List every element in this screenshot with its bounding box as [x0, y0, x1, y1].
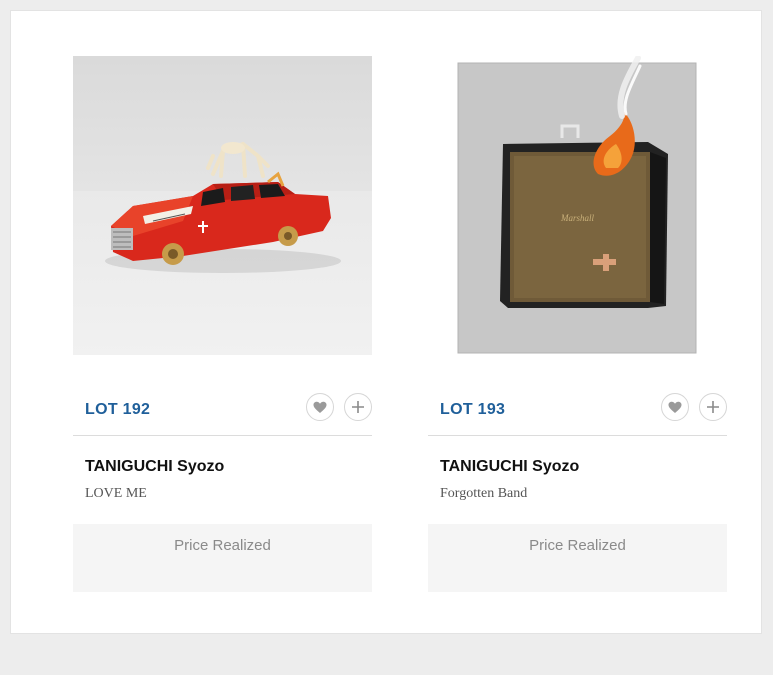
lot-info-193: TANIGUCHI Syozo Forgotten Band	[428, 436, 727, 524]
artwork-title: LOVE ME	[85, 486, 147, 501]
artist-name[interactable]: TANIGUCHI Syozo	[440, 458, 579, 476]
price-label: Price Realized	[174, 537, 271, 554]
add-button[interactable]	[344, 393, 372, 421]
lot-image-192[interactable]	[73, 56, 372, 355]
car-sculpture-image	[73, 56, 372, 355]
lots-panel: LOT 192 TANIGUCHI Syozo LOVE ME Price Re…	[11, 11, 761, 633]
amplifier-painting-image: Marshall	[457, 56, 697, 354]
plus-icon	[352, 401, 364, 413]
heart-icon	[313, 401, 327, 413]
lot-number[interactable]: LOT 192	[85, 401, 150, 419]
svg-text:Marshall: Marshall	[560, 213, 595, 223]
lot-info-192: TANIGUCHI Syozo LOVE ME	[73, 436, 372, 524]
artwork-title: Forgotten Band	[440, 486, 528, 501]
artist-name[interactable]: TANIGUCHI Syozo	[85, 458, 224, 476]
price-box: Price Realized	[428, 524, 727, 592]
heart-icon	[668, 401, 682, 413]
price-label: Price Realized	[529, 537, 626, 554]
add-button[interactable]	[699, 393, 727, 421]
lot-card-192: LOT 192 TANIGUCHI Syozo LOVE ME Price Re…	[73, 56, 372, 592]
lot-card-193: Marshall LOT 193 TANIGUCHI Syozo Forgott…	[428, 56, 727, 592]
price-box: Price Realized	[73, 524, 372, 592]
lot-header-193: LOT 193	[428, 355, 727, 436]
lot-header-192: LOT 192	[73, 355, 372, 436]
lot-number[interactable]: LOT 193	[440, 401, 505, 419]
page-background: LOT 192 TANIGUCHI Syozo LOVE ME Price Re…	[0, 0, 773, 675]
favorite-button[interactable]	[661, 393, 689, 421]
lot-image-193[interactable]: Marshall	[428, 56, 727, 355]
plus-icon	[707, 401, 719, 413]
favorite-button[interactable]	[306, 393, 334, 421]
